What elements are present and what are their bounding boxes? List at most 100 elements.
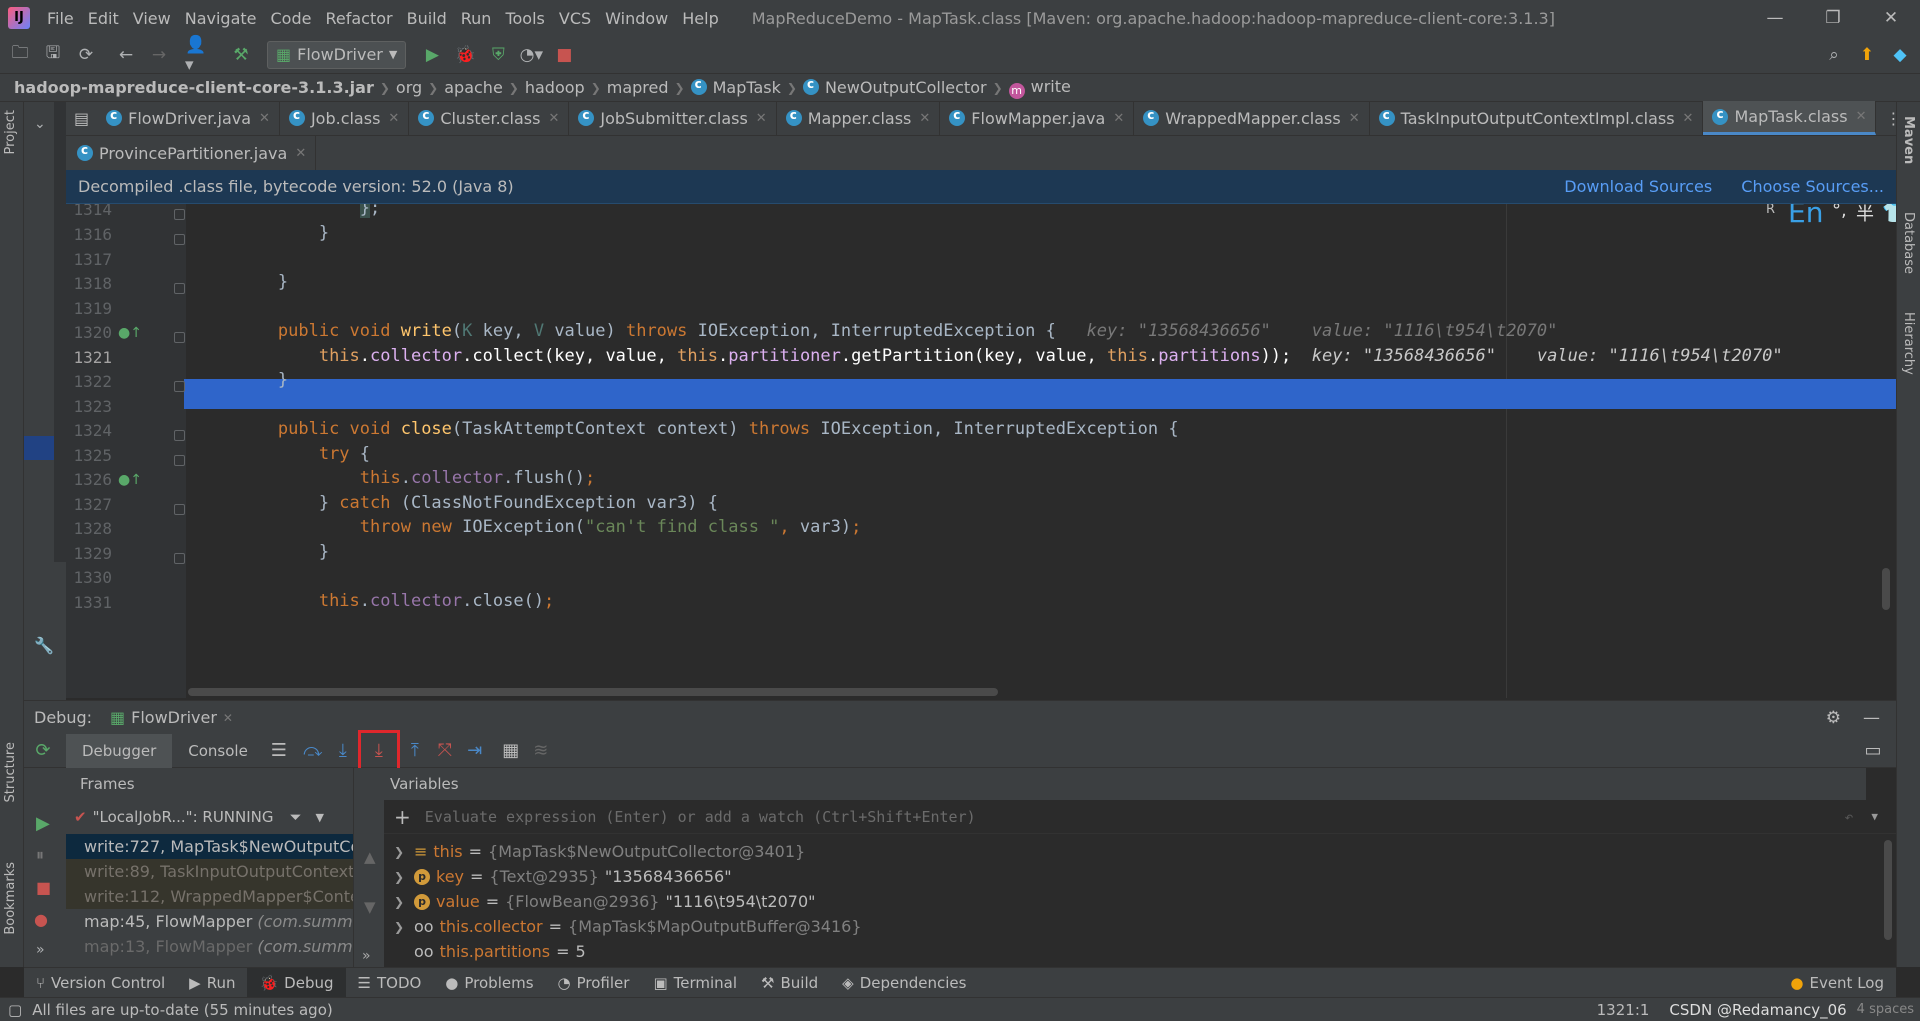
close-tab-icon[interactable]: ✕ bbox=[223, 711, 233, 725]
vertical-scrollbar[interactable] bbox=[1882, 568, 1890, 610]
fold-marker-icon[interactable] bbox=[174, 332, 185, 343]
close-tab-icon[interactable]: ✕ bbox=[1856, 109, 1867, 124]
tab-console[interactable]: Console bbox=[172, 734, 264, 768]
tab-version-control[interactable]: ⑂ Version Control bbox=[24, 968, 177, 998]
project-tool-tab[interactable]: Project bbox=[3, 110, 18, 154]
indent-setting[interactable]: 4 spaces bbox=[1857, 1002, 1914, 1017]
menu-refactor[interactable]: Refactor bbox=[318, 9, 399, 28]
close-tab-icon[interactable]: ✕ bbox=[1113, 111, 1124, 126]
expand-arrow-icon[interactable]: ❯ bbox=[394, 870, 408, 884]
thread-selector[interactable]: ✔ "LocalJobR...": RUNNING ⏷ ▼ bbox=[66, 800, 353, 834]
frame-item[interactable]: map:13, FlowMapper (com.summer.r bbox=[66, 934, 353, 959]
menu-window[interactable]: Window bbox=[598, 9, 675, 28]
evaluate-expression-icon[interactable]: ▦ bbox=[496, 736, 526, 766]
step-over-icon[interactable]: ⤼ bbox=[298, 736, 328, 766]
close-tab-icon[interactable]: ✕ bbox=[1349, 111, 1360, 126]
sync-icon[interactable]: ⟳ bbox=[72, 41, 100, 69]
tab-cluster[interactable]: Cluster.class✕ bbox=[409, 101, 570, 135]
breadcrumb-apache[interactable]: apache bbox=[438, 78, 509, 97]
run-configuration-selector[interactable]: ▦ FlowDriver ▼ bbox=[267, 40, 407, 69]
breadcrumb-org[interactable]: org bbox=[390, 78, 428, 97]
fold-marker-icon[interactable] bbox=[174, 209, 185, 220]
rerun-icon[interactable]: ⟳ bbox=[28, 736, 58, 766]
debug-icon[interactable]: 🐞 bbox=[451, 41, 479, 69]
resume-icon[interactable]: ▶ bbox=[36, 813, 50, 834]
close-tab-icon[interactable]: ✕ bbox=[1683, 111, 1694, 126]
update-icon[interactable]: ⬆ bbox=[1853, 41, 1881, 69]
tab-todo[interactable]: ☰ TODO bbox=[346, 968, 434, 998]
variable-row[interactable]: ❯ ≡ this = {MapTask$NewOutputCollector@340… bbox=[394, 839, 805, 864]
tab-list-icon[interactable]: ▤ bbox=[66, 101, 97, 135]
code-editor[interactable]: 1314 1316 1317 1318 1319 1320 1321 1322 … bbox=[66, 204, 1896, 698]
menu-view[interactable]: View bbox=[126, 9, 178, 28]
more-tabs-icon[interactable]: ⋮ bbox=[1876, 101, 1910, 135]
run-to-cursor-icon[interactable]: ⇥ bbox=[460, 736, 490, 766]
stop-icon[interactable]: ■ bbox=[36, 878, 51, 897]
step-into-icon[interactable]: ⤓ bbox=[328, 736, 358, 766]
menu-tools[interactable]: Tools bbox=[498, 9, 551, 28]
coverage-icon[interactable]: ⛨ bbox=[484, 41, 512, 69]
minimize-icon[interactable]: — bbox=[1746, 0, 1804, 36]
debug-session-tab[interactable]: ▦ FlowDriver ✕ bbox=[110, 708, 233, 727]
chevron-down-icon[interactable]: ▼ bbox=[316, 811, 324, 824]
tab-debugger[interactable]: Debugger bbox=[66, 733, 173, 768]
force-step-into-icon[interactable]: ⤓ bbox=[357, 729, 400, 772]
override-marker-icon[interactable]: ●↑ bbox=[118, 472, 142, 488]
chevron-down-icon[interactable]: ▼ bbox=[1871, 810, 1878, 823]
stop-icon[interactable]: ■ bbox=[550, 41, 578, 69]
variable-row[interactable]: ❯ oo this.collector = {MapTask$MapOutputBu… bbox=[394, 914, 862, 939]
caret-position[interactable]: 1321:1 bbox=[1597, 1001, 1650, 1019]
tab-dependencies[interactable]: ◈ Dependencies bbox=[830, 968, 978, 998]
tab-terminal[interactable]: ▣ Terminal bbox=[641, 968, 749, 998]
trace-icon[interactable]: ≋ bbox=[526, 736, 556, 766]
tab-build[interactable]: ⚒ Build bbox=[749, 968, 830, 998]
forward-icon[interactable]: → bbox=[145, 41, 173, 69]
breadcrumb-hadoop[interactable]: hadoop bbox=[519, 78, 591, 97]
hide-panel-icon[interactable]: — bbox=[1863, 708, 1880, 728]
ime-punct-indicator[interactable]: °, bbox=[1832, 204, 1847, 221]
more-icon[interactable]: » bbox=[362, 948, 371, 964]
menu-build[interactable]: Build bbox=[400, 9, 454, 28]
breadcrumb-newoutputcollector[interactable]: NewOutputCollector bbox=[797, 77, 993, 97]
plugin-logo-icon[interactable]: ◆ bbox=[1886, 41, 1914, 69]
fold-marker-icon[interactable] bbox=[174, 553, 185, 564]
menu-edit[interactable]: Edit bbox=[81, 9, 126, 28]
tab-wrappedmapper[interactable]: WrappedMapper.class✕ bbox=[1134, 101, 1370, 135]
frame-item[interactable]: write:727, MapTask$NewOutputColle bbox=[66, 834, 353, 859]
search-icon[interactable]: ⌕ bbox=[1820, 41, 1848, 69]
menu-help[interactable]: Help bbox=[675, 9, 725, 28]
tab-provincepartitioner[interactable]: ProvincePartitioner.java✕ bbox=[68, 136, 317, 170]
breadcrumb-mapred[interactable]: mapred bbox=[601, 78, 675, 97]
wrench-icon[interactable]: 🔧 bbox=[34, 636, 54, 655]
evaluate-expression-input[interactable]: + Evaluate expression (Enter) or add a w… bbox=[384, 800, 1896, 834]
expand-icon[interactable]: ⌄ bbox=[34, 116, 46, 132]
variable-row[interactable]: ❯ p key = {Text@2935} "13568436656" bbox=[394, 864, 732, 889]
ime-width-indicator[interactable]: 半 bbox=[1856, 204, 1874, 226]
save-icon[interactable]: 🖫 bbox=[39, 41, 67, 69]
expand-arrow-icon[interactable]: ❯ bbox=[394, 920, 408, 934]
database-tool-tab[interactable]: Database bbox=[1901, 212, 1916, 274]
close-tab-icon[interactable]: ✕ bbox=[295, 146, 306, 161]
user-icon[interactable]: 👤▾ bbox=[185, 35, 213, 75]
menu-code[interactable]: Code bbox=[264, 9, 319, 28]
status-toggle-icon[interactable]: ▢ bbox=[8, 1001, 22, 1019]
fold-marker-icon[interactable] bbox=[174, 381, 185, 392]
tab-job[interactable]: Job.class✕ bbox=[280, 101, 410, 135]
bookmarks-tool-tab[interactable]: Bookmarks bbox=[3, 862, 18, 935]
structure-tool-tab[interactable]: Structure bbox=[3, 742, 18, 802]
more-actions-icon[interactable]: » bbox=[36, 942, 45, 958]
restore-icon[interactable]: ❐ bbox=[1804, 0, 1862, 36]
run-icon[interactable]: ▶ bbox=[418, 41, 446, 69]
close-tab-icon[interactable]: ✕ bbox=[388, 111, 399, 126]
tab-profiler[interactable]: ◔ Profiler bbox=[546, 968, 642, 998]
breadcrumb-write[interactable]: m write bbox=[1003, 77, 1077, 99]
layout-list-icon[interactable]: ☰ bbox=[264, 736, 294, 766]
menu-run[interactable]: Run bbox=[454, 9, 499, 28]
variable-row[interactable]: ❯ p value = {FlowBean@2936} "1116\t954\t207… bbox=[394, 889, 816, 914]
choose-sources-link[interactable]: Choose Sources... bbox=[1741, 177, 1884, 196]
override-marker-icon[interactable]: ●↑ bbox=[118, 325, 142, 341]
menu-file[interactable]: File bbox=[40, 9, 81, 28]
open-folder-icon[interactable]: 🗀 bbox=[6, 41, 34, 69]
horizontal-scrollbar[interactable] bbox=[188, 688, 998, 696]
menu-vcs[interactable]: VCS bbox=[552, 9, 598, 28]
